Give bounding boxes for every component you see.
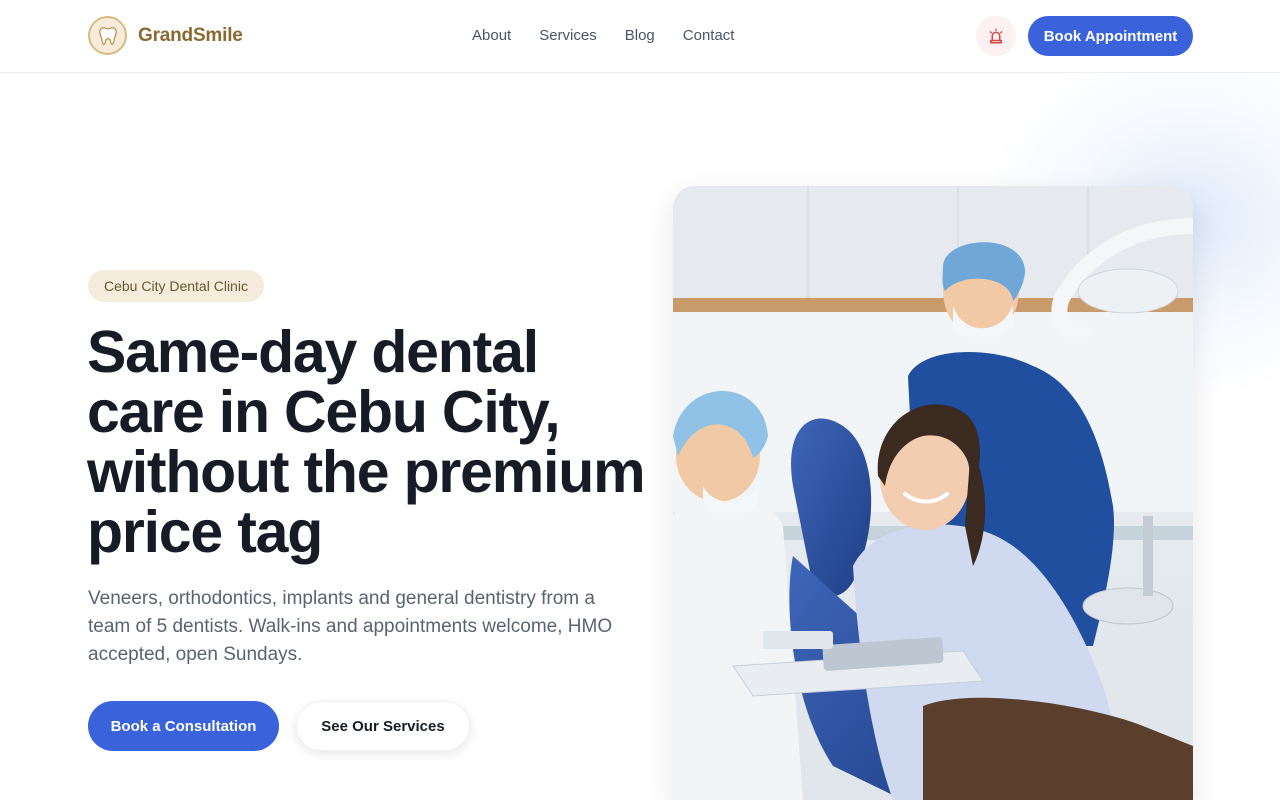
emergency-button[interactable] <box>976 16 1016 56</box>
brand-link[interactable]: GrandSmile <box>88 16 243 55</box>
brand-name: GrandSmile <box>138 24 243 46</box>
site-header: GrandSmile About Services Blog Contact B… <box>0 0 1280 73</box>
book-consultation-button[interactable]: Book a Consultation <box>88 701 279 751</box>
tooth-logo-icon <box>88 16 127 55</box>
hero-description: Veneers, orthodontics, implants and gene… <box>88 588 613 665</box>
nav-link-contact[interactable]: Contact <box>683 27 735 44</box>
see-services-button[interactable]: See Our Services <box>296 701 470 751</box>
main-nav: About Services Blog Contact <box>472 27 734 44</box>
nav-link-about[interactable]: About <box>472 27 511 44</box>
emergency-siren-icon <box>989 28 1003 44</box>
landing-page: GrandSmile About Services Blog Contact B… <box>0 0 1280 800</box>
hero-headline: Same-day dental care in Cebu City, witho… <box>87 319 646 565</box>
hero-image <box>673 186 1193 800</box>
nav-link-services[interactable]: Services <box>539 27 597 44</box>
location-badge: Cebu City Dental Clinic <box>88 270 264 302</box>
nav-link-blog[interactable]: Blog <box>625 27 655 44</box>
book-appointment-button[interactable]: Book Appointment <box>1028 16 1193 56</box>
